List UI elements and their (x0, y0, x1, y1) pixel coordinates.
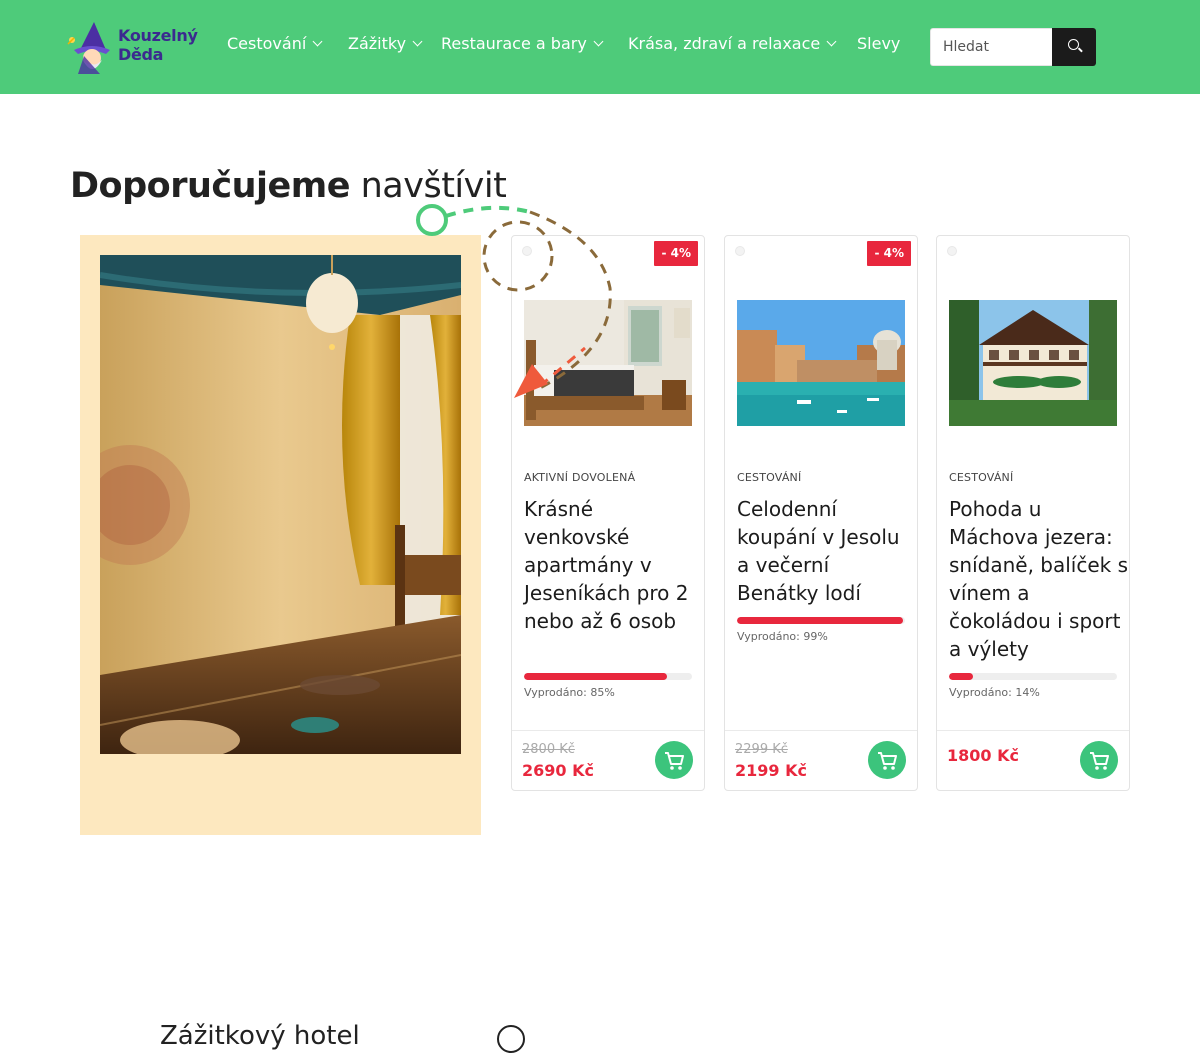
featured-card[interactable]: Zážitkový hotel (80, 235, 525, 1053)
section-title: Doporučujeme navštívit (70, 166, 507, 206)
wishlist-dot-icon[interactable] (947, 246, 957, 256)
card-divider (937, 730, 1129, 731)
logo-line-1: Kouzelný (118, 26, 198, 45)
product-card[interactable]: - 4% CESTOVÁNÍ Celodenní koupání v Jesol… (724, 235, 918, 791)
product-title[interactable]: Celodenní koupání v Jesolu a večerní Ben… (737, 495, 917, 607)
site-header: Kouzelný Děda Cestování Zážitky Restaura… (0, 0, 1200, 94)
discount-badge: - 4% (867, 241, 911, 266)
hotel-building-image (949, 300, 1117, 426)
sold-progress-fill (524, 673, 667, 680)
logo-text: Kouzelný Děda (118, 26, 198, 64)
section-title-light: navštívit (360, 166, 507, 206)
logo-line-2: Děda (118, 45, 164, 64)
product-card[interactable]: - 4% AKTIVNÍ DOVOLENÁ Krásné venkovské a… (511, 235, 705, 791)
product-card[interactable]: CESTOVÁNÍ Pohoda u Máchova jezera: snída… (936, 235, 1130, 791)
chevron-down-icon (312, 36, 323, 47)
sold-progress-bar (949, 673, 1117, 680)
search-icon (1068, 39, 1079, 50)
sold-progress-bar (737, 617, 905, 624)
search-button[interactable] (1052, 28, 1096, 66)
search-input[interactable] (930, 28, 1052, 66)
sold-label: Vyprodáno: 85% (524, 686, 615, 699)
section-title-bold: Doporučujeme (70, 166, 350, 206)
old-price: 2800 Kč (522, 742, 575, 757)
price: 2690 Kč (522, 761, 594, 780)
product-category: CESTOVÁNÍ (949, 471, 1014, 484)
nav-label: Cestování (227, 34, 307, 53)
venice-image (737, 300, 905, 426)
sold-label: Vyprodáno: 14% (949, 686, 1040, 699)
nav-item-restaurace[interactable]: Restaurace a bary (441, 34, 604, 53)
chevron-down-icon (412, 36, 423, 47)
nav-item-cestovani[interactable]: Cestování (227, 34, 323, 53)
nav-item-krasa[interactable]: Krása, zdraví a relaxace (628, 34, 837, 53)
cart-icon (665, 752, 684, 770)
discount-badge: - 4% (654, 241, 698, 266)
wizard-logo-icon (67, 22, 110, 74)
product-category: AKTIVNÍ DOVOLENÁ (524, 471, 636, 484)
sold-progress-fill (737, 617, 904, 624)
search-form (930, 28, 1096, 66)
product-image[interactable] (524, 300, 692, 426)
chevron-down-icon (826, 36, 837, 47)
nav-label: Slevy (857, 34, 901, 53)
add-to-cart-button[interactable] (868, 741, 906, 779)
sold-label: Vyprodáno: 99% (737, 630, 828, 643)
cart-icon (878, 752, 897, 770)
product-title[interactable]: Pohoda u Máchova jezera: snídaně, balíče… (949, 495, 1129, 663)
hotel-room-image (100, 255, 461, 754)
nav-item-zazitky[interactable]: Zážitky (348, 34, 423, 53)
card-divider (512, 730, 704, 731)
featured-title[interactable]: Zážitkový hotel (160, 1021, 360, 1051)
product-title[interactable]: Krásné venkovské apartmány v Jeseníkách … (524, 495, 704, 635)
wishlist-dot-icon[interactable] (735, 246, 745, 256)
sold-progress-bar (524, 673, 692, 680)
nav-item-slevy[interactable]: Slevy (857, 34, 900, 53)
nav-label: Zážitky (348, 34, 407, 53)
price: 2199 Kč (735, 761, 807, 780)
card-divider (725, 730, 917, 731)
add-to-cart-button[interactable] (655, 741, 693, 779)
add-to-cart-button[interactable] (1080, 741, 1118, 779)
featured-image (100, 255, 461, 754)
nav-label: Restaurace a bary (441, 34, 587, 53)
wishlist-dot-icon[interactable] (522, 246, 532, 256)
chevron-down-icon (593, 36, 604, 47)
nav-label: Krása, zdraví a relaxace (628, 34, 821, 53)
product-image[interactable] (949, 300, 1117, 426)
product-category: CESTOVÁNÍ (737, 471, 802, 484)
product-image[interactable] (737, 300, 905, 426)
price: 1800 Kč (947, 746, 1019, 765)
logo[interactable]: Kouzelný Děda (66, 20, 198, 74)
cart-icon (1090, 752, 1109, 770)
arrow-right-circle-icon[interactable] (497, 1025, 525, 1053)
sold-progress-fill (949, 673, 973, 680)
old-price: 2299 Kč (735, 742, 788, 757)
bedroom-image (524, 300, 692, 426)
